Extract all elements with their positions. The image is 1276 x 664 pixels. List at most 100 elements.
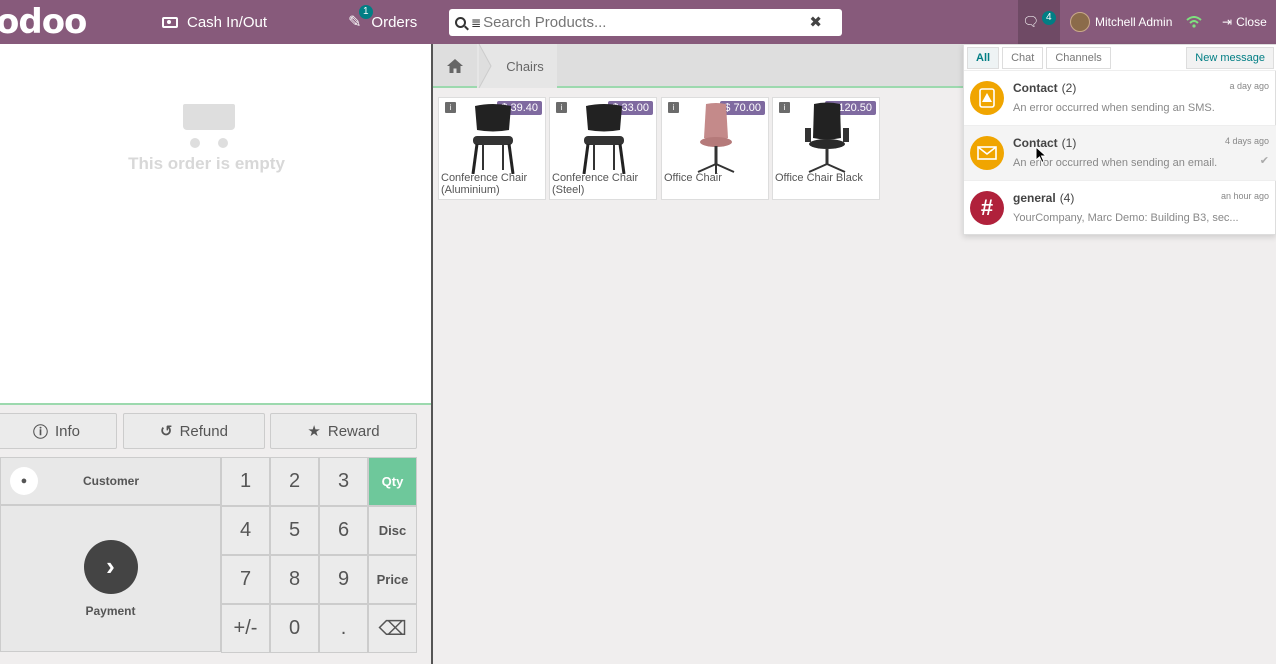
- info-icon[interactable]: i: [445, 102, 456, 113]
- order-pane: This order is empty ⓘ Info ↺ Refund ★ Re…: [0, 44, 431, 664]
- home-icon[interactable]: [433, 44, 477, 88]
- user-name: Mitchell Admin: [1095, 15, 1173, 29]
- orders-button[interactable]: ✎ 1 Orders: [348, 0, 417, 44]
- empty-order-text: This order is empty: [128, 154, 285, 173]
- product-name: Conference Chair (Aluminium): [441, 172, 528, 196]
- money-icon: [162, 16, 178, 28]
- star-icon: ★: [307, 423, 321, 440]
- messaging-button[interactable]: 🗨 4: [1018, 0, 1060, 44]
- shopping-cart-icon: [180, 104, 235, 148]
- database-icon[interactable]: ≣: [471, 16, 481, 30]
- product-image: [805, 102, 849, 173]
- numpad-key-8[interactable]: 8: [270, 555, 319, 604]
- chat-count-badge: 4: [1041, 11, 1056, 25]
- reward-button[interactable]: ★ Reward: [270, 413, 417, 449]
- info-icon[interactable]: i: [556, 102, 567, 113]
- product-name: Conference Chair (Steel): [552, 172, 639, 196]
- product-card[interactable]: i $ 33.00 Conference Chair (Steel): [549, 97, 657, 200]
- product-image: [697, 103, 735, 174]
- numpad-key-4[interactable]: 4: [221, 506, 270, 555]
- message-title: general (4): [1013, 191, 1075, 205]
- numpad-key-1[interactable]: 1: [221, 457, 270, 506]
- mode-price-button[interactable]: Price: [368, 555, 417, 604]
- numpad-key-2[interactable]: 2: [270, 457, 319, 506]
- message-item[interactable]: Contact (1) 4 days ago An error occurred …: [964, 126, 1276, 181]
- top-bar: odoo Cash In/Out ✎1 Orders ≣ ✖ 🗨 4 Mitch…: [0, 0, 1276, 44]
- empty-order: This order is empty: [0, 104, 413, 174]
- mode-qty-button[interactable]: Qty: [368, 457, 417, 506]
- hashtag-icon: #: [970, 191, 1004, 225]
- info-icon[interactable]: i: [668, 102, 679, 113]
- numpad-key-sign[interactable]: +/-: [221, 604, 270, 653]
- product-card[interactable]: i $ 39.40 Conference Chair (Aluminium): [438, 97, 546, 200]
- user-menu[interactable]: Mitchell Admin: [1070, 0, 1172, 44]
- pane-divider: [431, 44, 433, 664]
- tab-all[interactable]: All: [967, 46, 1000, 69]
- messaging-tabs: All Chat Channels New message: [964, 45, 1276, 71]
- warning-icon: [970, 81, 1004, 115]
- envelope-icon: [970, 136, 1004, 170]
- info-button[interactable]: ⓘ Info: [0, 413, 117, 449]
- new-message-button[interactable]: New message: [1186, 47, 1274, 69]
- cash-in-out-button[interactable]: Cash In/Out: [162, 0, 267, 44]
- message-item[interactable]: # general (4) an hour ago YourCompany, Ma…: [964, 181, 1276, 236]
- user-avatar: [1070, 12, 1090, 32]
- tab-channels[interactable]: Channels: [1046, 46, 1111, 69]
- numpad-key-7[interactable]: 7: [221, 555, 270, 604]
- info-label: Info: [54, 422, 81, 440]
- chevron-right-icon: ›: [83, 539, 138, 594]
- numpad-key-9[interactable]: 9: [319, 555, 368, 604]
- payment-button[interactable]: › Payment: [0, 505, 221, 652]
- customer-label: Customer: [83, 474, 140, 488]
- message-preview: An error occurred when sending an email.: [1013, 157, 1218, 169]
- product-image: [471, 104, 515, 174]
- clear-search-icon[interactable]: ✖: [809, 13, 822, 31]
- search-icon: [455, 17, 466, 28]
- mouse-cursor-icon: [1035, 146, 1047, 164]
- product-name: Office Chair Black: [775, 172, 863, 184]
- breadcrumb-separator: [478, 44, 492, 88]
- search-bar: ≣ ✖: [449, 9, 842, 36]
- orders-count-badge: 1: [359, 5, 373, 19]
- message-preview: An error occurred when sending an SMS.: [1013, 102, 1215, 114]
- product-card[interactable]: i $ 120.50 Office Chair Black: [772, 97, 880, 200]
- message-item[interactable]: Contact (2) a day ago An error occurred w…: [964, 71, 1276, 126]
- tab-chat[interactable]: Chat: [1002, 46, 1044, 69]
- numpad-key-0[interactable]: 0: [270, 604, 319, 653]
- numpad-key-6[interactable]: 6: [319, 506, 368, 555]
- close-label: Close: [1236, 15, 1267, 29]
- reward-label: Reward: [327, 422, 380, 440]
- numpad-key-decimal[interactable]: .: [319, 604, 368, 653]
- wifi-icon: [1186, 0, 1202, 44]
- mode-disc-button[interactable]: Disc: [368, 506, 417, 555]
- numpad-key-3[interactable]: 3: [319, 457, 368, 506]
- product-image: [582, 104, 626, 174]
- message-time: a day ago: [1229, 81, 1269, 91]
- message-title: Contact (2): [1013, 81, 1077, 95]
- sign-out-icon: ⇥: [1222, 15, 1233, 29]
- chat-icon: 🗨: [1022, 14, 1039, 29]
- info-icon: ⓘ: [32, 423, 48, 441]
- close-button[interactable]: ⇥ Close: [1222, 0, 1267, 44]
- check-icon[interactable]: ✔: [1260, 154, 1269, 167]
- undo-icon: ↺: [160, 423, 173, 440]
- message-preview: YourCompany, Marc Demo: Building B3, sec…: [1013, 212, 1239, 224]
- numpad-key-5[interactable]: 5: [270, 506, 319, 555]
- user-icon: ●: [10, 467, 38, 495]
- payment-label: Payment: [85, 603, 136, 618]
- info-icon[interactable]: i: [779, 102, 790, 113]
- ticket-icon: ✎ 1: [348, 5, 373, 32]
- orders-label: Orders: [371, 13, 418, 31]
- product-card[interactable]: i $ 70.00 Office Chair: [661, 97, 769, 200]
- customer-button[interactable]: ● Customer: [0, 457, 221, 505]
- odoo-logo: odoo: [0, 2, 87, 42]
- backspace-icon[interactable]: ⌫: [368, 604, 417, 653]
- cash-in-out-label: Cash In/Out: [187, 13, 268, 31]
- refund-button[interactable]: ↺ Refund: [123, 413, 265, 449]
- search-input[interactable]: [483, 14, 804, 31]
- message-time: 4 days ago: [1224, 136, 1269, 146]
- control-panel: ⓘ Info ↺ Refund ★ Reward ● Customer › Pa…: [0, 403, 431, 664]
- product-name: Office Chair: [664, 172, 722, 184]
- refund-label: Refund: [179, 422, 228, 440]
- message-time: an hour ago: [1220, 191, 1269, 201]
